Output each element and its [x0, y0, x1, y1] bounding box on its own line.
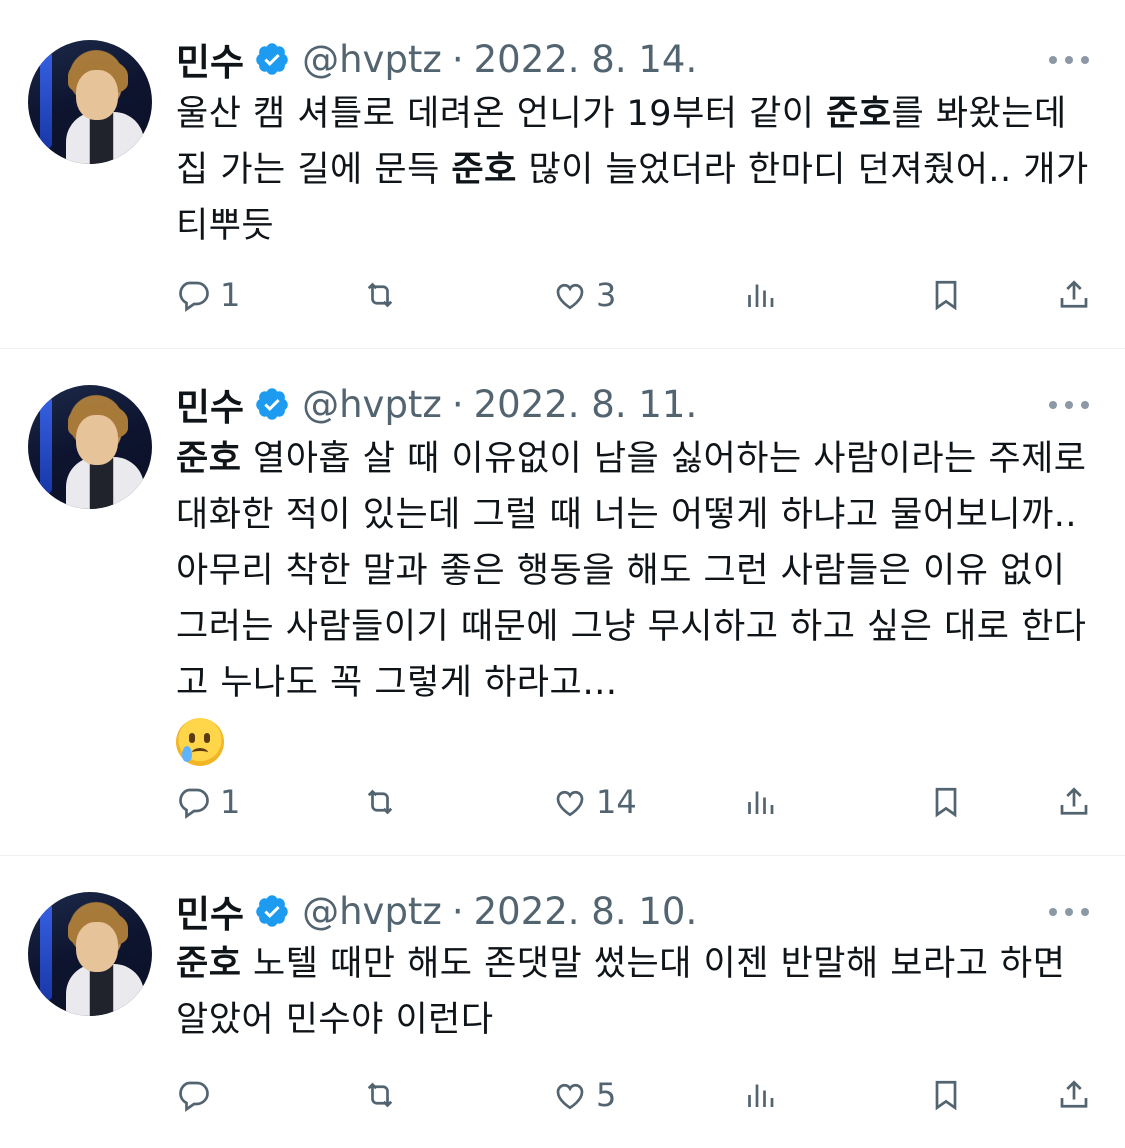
retweet-button[interactable]: [362, 777, 406, 827]
views-chart-icon: [748, 284, 774, 307]
like-count: 3: [596, 276, 617, 314]
more-options-icon[interactable]: [1049, 902, 1089, 922]
separator: ·: [451, 889, 464, 933]
tweet[interactable]: 민수 @hvptz · 2022. 8. 14. 울산 캠 셔틀로 데려온 언니…: [0, 0, 1125, 348]
timestamp[interactable]: 2022. 8. 10.: [474, 890, 698, 933]
like-button[interactable]: 3: [552, 270, 616, 320]
share-icon: [1060, 280, 1088, 308]
more-options-icon[interactable]: [1049, 395, 1089, 415]
retweet-icon: [367, 282, 393, 308]
display-name[interactable]: 민수: [176, 377, 244, 431]
verified-badge-icon: [254, 386, 290, 422]
share-icon: [1060, 1080, 1088, 1108]
reply-icon: [179, 1081, 209, 1112]
separator: ·: [451, 382, 464, 426]
reply-button[interactable]: 1: [176, 777, 240, 827]
bookmark-icon: [935, 787, 957, 818]
like-button[interactable]: 5: [552, 1070, 616, 1120]
more-options-icon[interactable]: [1049, 50, 1089, 70]
handle[interactable]: @hvptz: [302, 38, 442, 81]
bookmark-icon: [935, 1080, 957, 1111]
bookmark-button[interactable]: [928, 1070, 964, 1120]
tweet-header: 민수 @hvptz · 2022. 8. 10.: [176, 884, 698, 938]
timestamp[interactable]: 2022. 8. 11.: [474, 383, 698, 426]
tweet-actions: 1 3: [0, 270, 1125, 320]
retweet-icon: [367, 789, 393, 815]
retweet-button[interactable]: [362, 1070, 406, 1120]
heart-icon: [556, 1083, 584, 1110]
avatar[interactable]: [28, 40, 152, 164]
views-button[interactable]: [742, 777, 778, 827]
tweet-text: 울산 캠 셔틀로 데려온 언니가 19부터 같이 준호를 봐왔는데 집 가는 길…: [176, 94, 1089, 246]
reply-count: 1: [220, 783, 241, 821]
reply-count: 1: [220, 276, 241, 314]
tweet-actions: 1 14: [0, 777, 1125, 827]
retweet-button[interactable]: [362, 270, 406, 320]
avatar[interactable]: [28, 385, 152, 509]
retweet-icon: [367, 1082, 393, 1108]
reply-button[interactable]: 1: [176, 270, 240, 320]
bookmark-button[interactable]: [928, 270, 964, 320]
timestamp[interactable]: 2022. 8. 14.: [474, 38, 698, 81]
tweet-header: 민수 @hvptz · 2022. 8. 11.: [176, 377, 698, 431]
share-button[interactable]: [1056, 270, 1092, 320]
reply-icon: [179, 281, 209, 312]
tweet[interactable]: 민수 @hvptz · 2022. 8. 10. 준호 노텔 때만 해도 존댓말…: [0, 856, 1125, 1148]
reply-button[interactable]: [176, 1070, 220, 1120]
face-holding-back-tears-emoji: [176, 718, 224, 766]
bookmark-icon: [935, 280, 957, 311]
tweet[interactable]: 민수 @hvptz · 2022. 8. 11. 준호 열아홉 살 때 이유없이…: [0, 349, 1125, 855]
views-chart-icon: [748, 791, 774, 814]
verified-badge-icon: [254, 41, 290, 77]
views-button[interactable]: [742, 1070, 778, 1120]
handle[interactable]: @hvptz: [302, 383, 442, 426]
avatar[interactable]: [28, 892, 152, 1016]
views-chart-icon: [748, 1084, 774, 1107]
tweet-header: 민수 @hvptz · 2022. 8. 14.: [176, 32, 698, 86]
display-name[interactable]: 민수: [176, 884, 244, 938]
reply-icon: [179, 788, 209, 819]
like-count: 5: [596, 1076, 617, 1114]
verified-badge-icon: [254, 893, 290, 929]
like-count: 14: [596, 783, 637, 821]
tweet-text: 준호 노텔 때만 해도 존댓말 썼는대 이젠 반말해 보라고 하면 알았어 민수…: [176, 944, 1066, 1040]
like-button[interactable]: 14: [552, 777, 637, 827]
views-button[interactable]: [742, 270, 778, 320]
share-icon: [1060, 787, 1088, 815]
heart-icon: [556, 790, 584, 817]
tweet-actions: 5: [0, 1070, 1125, 1120]
heart-icon: [556, 283, 584, 310]
separator: ·: [451, 37, 464, 81]
share-button[interactable]: [1056, 777, 1092, 827]
tweet-text: 준호 열아홉 살 때 이유없이 남을 싫어하는 사람이라는 주제로 대화한 적이…: [176, 431, 1096, 767]
share-button[interactable]: [1056, 1070, 1092, 1120]
handle[interactable]: @hvptz: [302, 890, 442, 933]
display-name[interactable]: 민수: [176, 32, 244, 86]
bookmark-button[interactable]: [928, 777, 964, 827]
